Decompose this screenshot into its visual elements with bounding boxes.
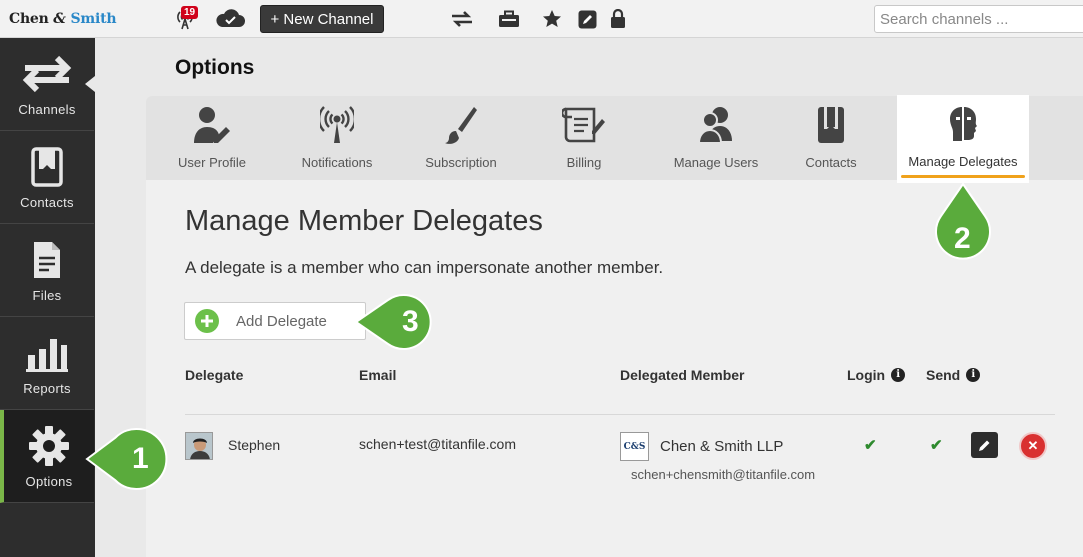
sidebar-item-options[interactable]: Options <box>0 410 94 503</box>
logo-ampersand: & <box>53 11 66 27</box>
new-channel-button[interactable]: + New Channel <box>260 5 384 33</box>
callout-number: 3 <box>402 305 419 338</box>
avatar <box>185 432 213 460</box>
delete-delegate-button[interactable]: ✕ <box>1019 432 1047 460</box>
tab-label: Notifications <box>301 155 373 170</box>
scroll-icon <box>562 105 606 145</box>
add-delegate-button[interactable]: Add Delegate <box>184 302 366 340</box>
column-header-login-label: Login <box>847 367 886 383</box>
masks-icon <box>946 104 980 144</box>
column-header-send-label: Send <box>926 367 961 383</box>
column-header-delegated-member: Delegated Member <box>620 367 745 383</box>
edit-delegate-button[interactable] <box>971 432 998 458</box>
callout-2: 2 <box>933 182 993 275</box>
callout-marker-icon <box>354 294 432 350</box>
send-check-icon: ✔ <box>930 437 943 454</box>
tab-manage-users[interactable]: Manage Users <box>670 96 762 180</box>
gear-icon <box>27 424 71 468</box>
file-icon <box>32 238 62 282</box>
star-icon[interactable] <box>540 8 564 30</box>
broadcast-icon <box>320 105 354 145</box>
logo-text-chen: Chen <box>9 11 49 27</box>
tab-billing[interactable]: Billing <box>550 96 618 180</box>
tab-label: Manage Users <box>673 155 759 170</box>
lock-icon[interactable] <box>608 8 628 30</box>
tab-user-profile[interactable]: User Profile <box>166 96 258 180</box>
top-bar: Chen & Smith 19 + New Channel <box>0 0 1083 38</box>
app-logo[interactable]: Chen & Smith <box>9 11 117 27</box>
book-icon <box>816 105 846 145</box>
tab-subscription[interactable]: Subscription <box>418 96 504 180</box>
tab-label: Billing <box>566 155 602 170</box>
options-tabs: User Profile Notifications Subscription … <box>146 95 1083 183</box>
sidebar-item-reports[interactable]: Reports <box>0 317 94 410</box>
tab-notifications[interactable]: Notifications <box>294 96 380 180</box>
address-book-icon <box>31 145 63 189</box>
plus-icon <box>195 309 219 333</box>
sidebar-item-files[interactable]: Files <box>0 224 94 317</box>
sidebar-item-label: Options <box>25 474 73 489</box>
delegated-member-name: Chen & Smith LLP <box>660 438 784 455</box>
search-channels-input[interactable] <box>874 5 1083 33</box>
sidebar-item-label: Reports <box>23 381 71 396</box>
column-header-login: Login i <box>847 367 906 383</box>
sidebar-item-contacts[interactable]: Contacts <box>0 131 94 224</box>
users-icon <box>698 105 734 145</box>
tab-manage-delegates[interactable]: Manage Delegates <box>897 95 1029 183</box>
page-title: Options <box>175 56 255 79</box>
paintbrush-icon <box>444 105 478 145</box>
tab-label: Contacts <box>805 155 857 170</box>
notification-count-badge: 19 <box>181 6 199 19</box>
bar-chart-icon <box>25 331 69 375</box>
member-logo: C&S <box>620 432 649 461</box>
info-icon[interactable]: i <box>966 368 981 382</box>
tab-label: Subscription <box>425 155 497 170</box>
column-header-send: Send i <box>926 367 981 383</box>
tab-contacts[interactable]: Contacts <box>801 96 861 180</box>
pencil-icon <box>979 440 990 451</box>
user-edit-icon <box>192 105 232 145</box>
section-description: A delegate is a member who can impersona… <box>185 258 664 277</box>
transfer-arrows-icon[interactable] <box>449 8 475 30</box>
delegate-email: schen+test@titanfile.com <box>359 436 517 452</box>
sidebar-item-label: Files <box>32 288 62 303</box>
callout-marker-icon <box>85 428 168 490</box>
sidebar-item-label: Channels <box>18 102 76 117</box>
column-header-delegate: Delegate <box>185 367 244 383</box>
sidebar-item-label: Contacts <box>20 195 74 210</box>
tab-label: Manage Delegates <box>908 154 1018 169</box>
delegated-member-email: schen+chensmith@titanfile.com <box>631 467 816 482</box>
callout-number: 2 <box>954 222 971 255</box>
section-title: Manage Member Delegates <box>185 205 543 237</box>
add-delegate-label: Add Delegate <box>236 312 327 330</box>
column-header-email: Email <box>359 367 397 383</box>
sidebar: Channels Contacts Files Reports Options <box>0 38 95 557</box>
info-icon[interactable]: i <box>891 368 906 382</box>
login-check-icon: ✔ <box>864 437 877 454</box>
sidebar-item-channels[interactable]: Channels <box>0 38 94 131</box>
edit-icon[interactable] <box>576 8 598 30</box>
delegate-name: Stephen <box>228 437 281 453</box>
logo-text-smith: Smith <box>70 11 117 27</box>
callout-number: 1 <box>132 442 149 475</box>
callout-3: 3 <box>354 292 442 357</box>
transfer-arrows-icon <box>21 52 73 96</box>
tab-label: User Profile <box>178 155 246 170</box>
callout-1: 1 <box>85 428 171 495</box>
toolbox-icon[interactable] <box>497 8 521 30</box>
table-divider <box>185 414 1055 415</box>
active-tab-underline <box>901 175 1025 178</box>
sidebar-collapse-arrow[interactable] <box>85 76 95 92</box>
cloud-check-icon[interactable] <box>213 8 247 30</box>
